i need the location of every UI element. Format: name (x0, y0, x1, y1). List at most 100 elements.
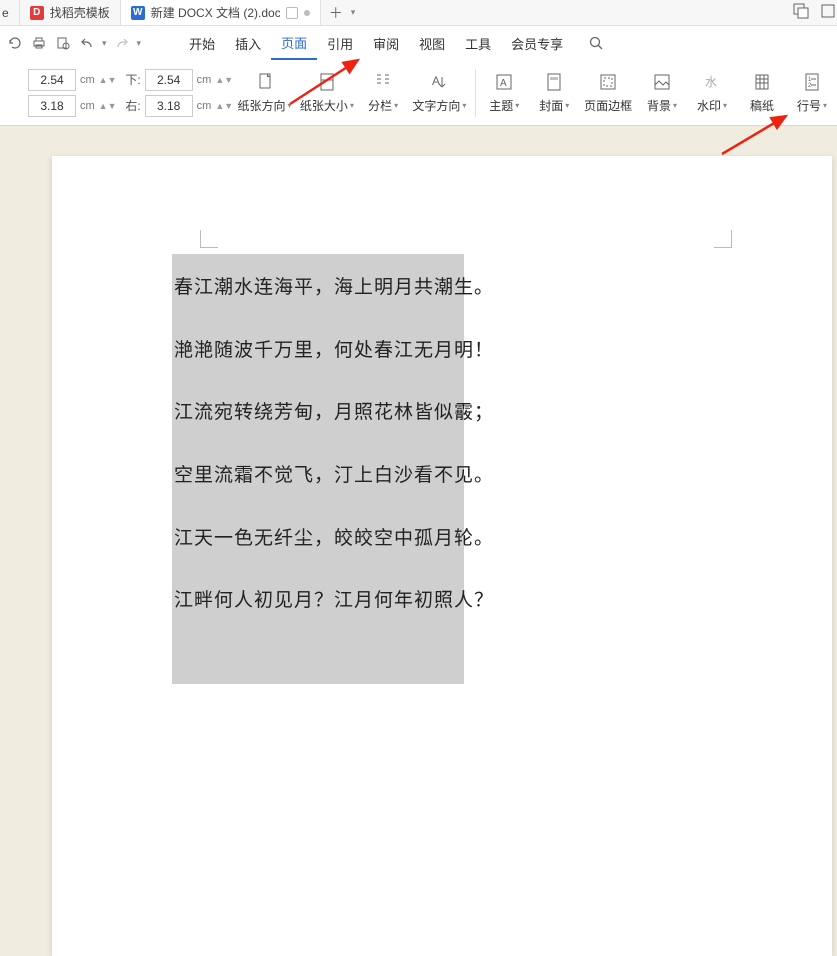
cover-icon (543, 71, 565, 93)
margin-bottom-unit: cm (197, 74, 212, 86)
margin-left-spinner[interactable]: ▲▼ (99, 103, 109, 109)
theme-icon: A (493, 71, 515, 93)
menu-review[interactable]: 审阅 (363, 28, 409, 59)
margin-right-label: 右: (125, 97, 141, 114)
chevron-down-icon: ▾ (394, 101, 398, 110)
menu-page[interactable]: 页面 (271, 27, 317, 60)
menu-tools[interactable]: 工具 (455, 28, 501, 59)
draft-paper-label: 稿纸 (750, 97, 774, 114)
paper-size-label: 纸张大小 (300, 97, 348, 114)
unsaved-dot-icon (304, 10, 310, 16)
chevron-down-icon: ▾ (515, 101, 519, 110)
document-text[interactable]: 春江潮水连海平，海上明月共潮生。 滟滟随波千万里，何处春江无月明！ 江流宛转绕芳… (174, 276, 494, 652)
columns-icon (372, 71, 394, 93)
print-icon[interactable] (30, 34, 48, 52)
document-area[interactable]: 春江潮水连海平，海上明月共潮生。 滟滟随波千万里，何处春江无月明！ 江流宛转绕芳… (0, 126, 837, 588)
print-preview-icon[interactable] (54, 34, 72, 52)
svg-text:A: A (432, 74, 440, 88)
background-icon (651, 71, 673, 93)
redo-icon[interactable] (113, 34, 131, 52)
doc-line[interactable]: 滟滟随波千万里，何处春江无月明！ (174, 339, 494, 364)
theme-label: 主题 (489, 97, 513, 114)
chevron-down-icon: ▾ (462, 101, 466, 110)
paper-size-icon (316, 71, 338, 93)
columns-label: 分栏 (368, 97, 392, 114)
chevron-down-icon: ▾ (823, 101, 827, 110)
columns-button[interactable]: 分栏▾ (362, 69, 404, 116)
margin-bottom-input[interactable] (145, 69, 193, 91)
background-label: 背景 (647, 97, 671, 114)
tab-document[interactable]: W 新建 DOCX 文档 (2).docx (121, 0, 321, 25)
watermark-label: 水印 (697, 97, 721, 114)
qat-customize-icon[interactable]: ▾ (137, 38, 142, 49)
window-snap-icon[interactable] (787, 3, 815, 22)
tab-overflow-chevron-icon[interactable]: ▾ (351, 7, 356, 18)
text-direction-label: 文字方向 (412, 97, 460, 114)
cover-button[interactable]: 封面▾ (533, 69, 575, 116)
undo-history-icon[interactable] (6, 34, 24, 52)
draft-paper-icon (751, 71, 773, 93)
menu-ref[interactable]: 引用 (317, 28, 363, 59)
doc-line[interactable]: 江畔何人初见月？江月何年初照人？ (174, 589, 494, 614)
document-page[interactable]: 春江潮水连海平，海上明月共潮生。 滟滟随波千万里，何处春江无月明！ 江流宛转绕芳… (52, 156, 832, 956)
margin-right-input[interactable] (145, 95, 193, 117)
doc-line[interactable]: 春江潮水连海平，海上明月共潮生。 (174, 276, 494, 301)
separator (475, 69, 476, 117)
text-direction-button[interactable]: A 文字方向▾ (412, 69, 466, 116)
window-max-icon[interactable] (815, 4, 837, 21)
new-tab-button[interactable]: ＋ (321, 3, 351, 23)
line-number-button[interactable]: 12 行号▾ (791, 69, 833, 116)
window-restore-icon[interactable] (286, 7, 298, 19)
tab-template-label: 找稻壳模板 (50, 4, 110, 21)
chevron-down-icon: ▾ (565, 101, 569, 110)
draft-paper-button[interactable]: 稿纸 (741, 69, 783, 116)
menu-bar: ▾ ▾ 开始 插入 页面 引用 审阅 视图 工具 会员专享 (0, 26, 837, 60)
menu-start[interactable]: 开始 (179, 28, 225, 59)
line-number-icon: 12 (801, 71, 823, 93)
margin-bottom-label: 下: (125, 71, 141, 88)
svg-text:水: 水 (705, 75, 717, 89)
margin-left-input[interactable] (28, 95, 76, 117)
undo-icon[interactable] (78, 34, 96, 52)
margin-top-input[interactable] (28, 69, 76, 91)
tab-document-label: 新建 DOCX 文档 (2).docx (151, 4, 280, 21)
undo-dropdown-icon[interactable]: ▾ (102, 38, 107, 49)
orientation-label: 纸张方向 (238, 97, 286, 114)
watermark-button[interactable]: 水 水印▾ (691, 69, 733, 116)
text-direction-icon: A (428, 71, 450, 93)
word-icon: W (131, 6, 145, 20)
orientation-icon (254, 71, 276, 93)
margin-top-unit: cm (80, 74, 95, 86)
margin-bottom-spinner[interactable]: ▲▼ (215, 77, 225, 83)
svg-text:2: 2 (808, 83, 812, 89)
chevron-down-icon: ▾ (350, 101, 354, 110)
docer-icon: D (30, 6, 44, 20)
menu-insert[interactable]: 插入 (225, 28, 271, 59)
orientation-button[interactable]: 纸张方向▾ (237, 69, 291, 116)
theme-button[interactable]: A 主题▾ (483, 69, 525, 116)
margin-top-spinner[interactable]: ▲▼ (99, 77, 109, 83)
margin-corner-tl (200, 230, 218, 248)
menu-member[interactable]: 会员专享 (501, 28, 573, 59)
search-icon[interactable] (587, 34, 605, 52)
page-border-icon (597, 71, 619, 93)
margin-right-spinner[interactable]: ▲▼ (215, 103, 225, 109)
ribbon: cm ▲▼ cm ▲▼ 下: cm ▲▼ 右: cm ▲▼ 纸张方向▾ (0, 60, 837, 126)
chevron-down-icon: ▾ (723, 101, 727, 110)
background-button[interactable]: 背景▾ (641, 69, 683, 116)
tab-template[interactable]: D 找稻壳模板 (20, 0, 121, 25)
cover-label: 封面 (539, 97, 563, 114)
page-border-label: 页面边框 (584, 97, 632, 114)
menu-view[interactable]: 视图 (409, 28, 455, 59)
margin-corner-tr (714, 230, 732, 248)
doc-line[interactable]: 空里流霜不觉飞，汀上白沙看不见。 (174, 464, 494, 489)
doc-line[interactable]: 江天一色无纤尘，皎皎空中孤月轮。 (174, 527, 494, 552)
paper-size-button[interactable]: 纸张大小▾ (300, 69, 354, 116)
chevron-down-icon: ▾ (288, 101, 292, 110)
svg-text:A: A (500, 78, 507, 89)
page-border-button[interactable]: 页面边框 (583, 69, 633, 116)
doc-line[interactable]: 江流宛转绕芳甸，月照花林皆似霰； (174, 401, 494, 426)
margin-right-unit: cm (197, 100, 212, 112)
tab-partial-left[interactable]: e (0, 0, 20, 25)
line-number-label: 行号 (797, 97, 821, 114)
